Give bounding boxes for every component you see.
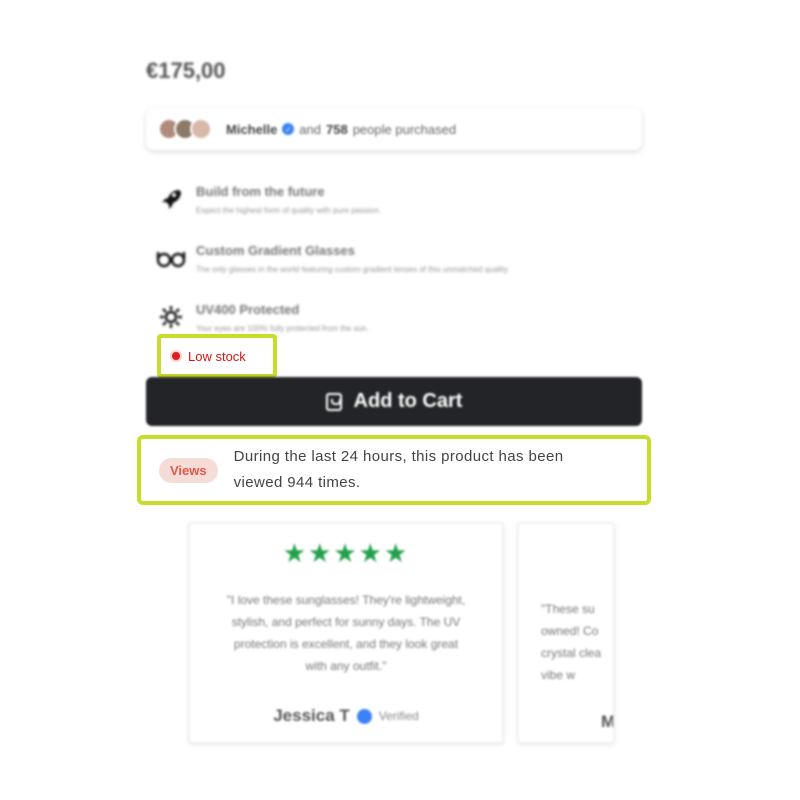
views-text-line: viewed 944 times. — [233, 474, 361, 491]
feature-description: The only glasses in the world featuring … — [196, 265, 510, 274]
feature-item: UV400 Protected Your eyes are 100% fully… — [156, 300, 369, 333]
product-price: €175,00 — [146, 58, 226, 83]
stock-indicator: Low stock — [157, 334, 277, 378]
add-to-cart-button[interactable]: Add to Cart — [146, 377, 642, 426]
verified-check-icon: ✓ — [282, 123, 295, 135]
social-proof-bar: Michelle ✓ and 758 people purchased — [146, 108, 642, 150]
buyer-name: Michelle — [226, 121, 278, 137]
review-quote-line: stylish, and perfect for sunny days. The… — [231, 615, 461, 629]
reviewer-name: M — [601, 712, 614, 731]
star-rating: ★★★★★ — [282, 538, 410, 568]
rocket-icon — [156, 184, 186, 214]
social-proof-connector: and — [299, 121, 321, 137]
review-quote: "I love these sunglasses! They're lightw… — [190, 589, 502, 677]
review-quote-line: with any outfit." — [305, 659, 387, 673]
feature-description: Your eyes are 100% fully protected from … — [196, 324, 369, 333]
review-quote-line: protection is excellent, and they look g… — [233, 637, 459, 651]
feature-title: UV400 Protected — [196, 302, 300, 317]
social-proof-suffix: people purchased — [352, 121, 457, 137]
verified-label: Verified — [378, 709, 419, 723]
review-quote-line: owned! Co — [541, 624, 599, 638]
reviewer-name: Jessica T — [273, 706, 350, 725]
social-proof-text: Michelle ✓ and 758 people purchased — [226, 122, 456, 137]
verified-badge-icon — [356, 708, 372, 724]
shopping-bag-icon — [325, 392, 342, 411]
views-text-line: During the last 24 hours, this product h… — [233, 448, 564, 465]
feature-item: Custom Gradient Glasses The only glasses… — [156, 241, 509, 274]
feature-description: Expect the highest form of quality with … — [196, 206, 381, 215]
review-quote-line: "I love these sunglasses! They're lightw… — [226, 593, 466, 607]
review-quote-line: crystal clea — [541, 646, 602, 660]
review-quote-line: "These su — [541, 602, 595, 616]
views-badge: Views — [159, 457, 218, 483]
status-dot-icon — [172, 352, 180, 360]
review-quote: "These su owned! Co crystal clea vibe w — [519, 598, 613, 686]
stock-label: Low stock — [188, 348, 246, 364]
feature-title: Custom Gradient Glasses — [196, 243, 355, 258]
reviewer-info: Jessica T Verified — [190, 706, 502, 726]
feature-title: Build from the future — [196, 184, 325, 199]
sun-icon — [156, 302, 186, 332]
add-to-cart-label: Add to Cart — [353, 390, 463, 412]
glasses-icon — [156, 243, 186, 273]
review-quote-line: vibe w — [541, 668, 576, 682]
avatar-group — [158, 118, 212, 140]
purchase-count: 758 — [326, 121, 348, 137]
views-text: During the last 24 hours, this product h… — [234, 444, 564, 496]
review-card[interactable]: "These su owned! Co crystal clea vibe w … — [518, 523, 614, 743]
views-notice: Views During the last 24 hours, this pro… — [137, 435, 651, 505]
avatar — [190, 118, 212, 140]
feature-item: Build from the future Expect the highest… — [156, 182, 381, 215]
review-card[interactable]: ★★★★★ "I love these sunglasses! They're … — [189, 523, 503, 743]
